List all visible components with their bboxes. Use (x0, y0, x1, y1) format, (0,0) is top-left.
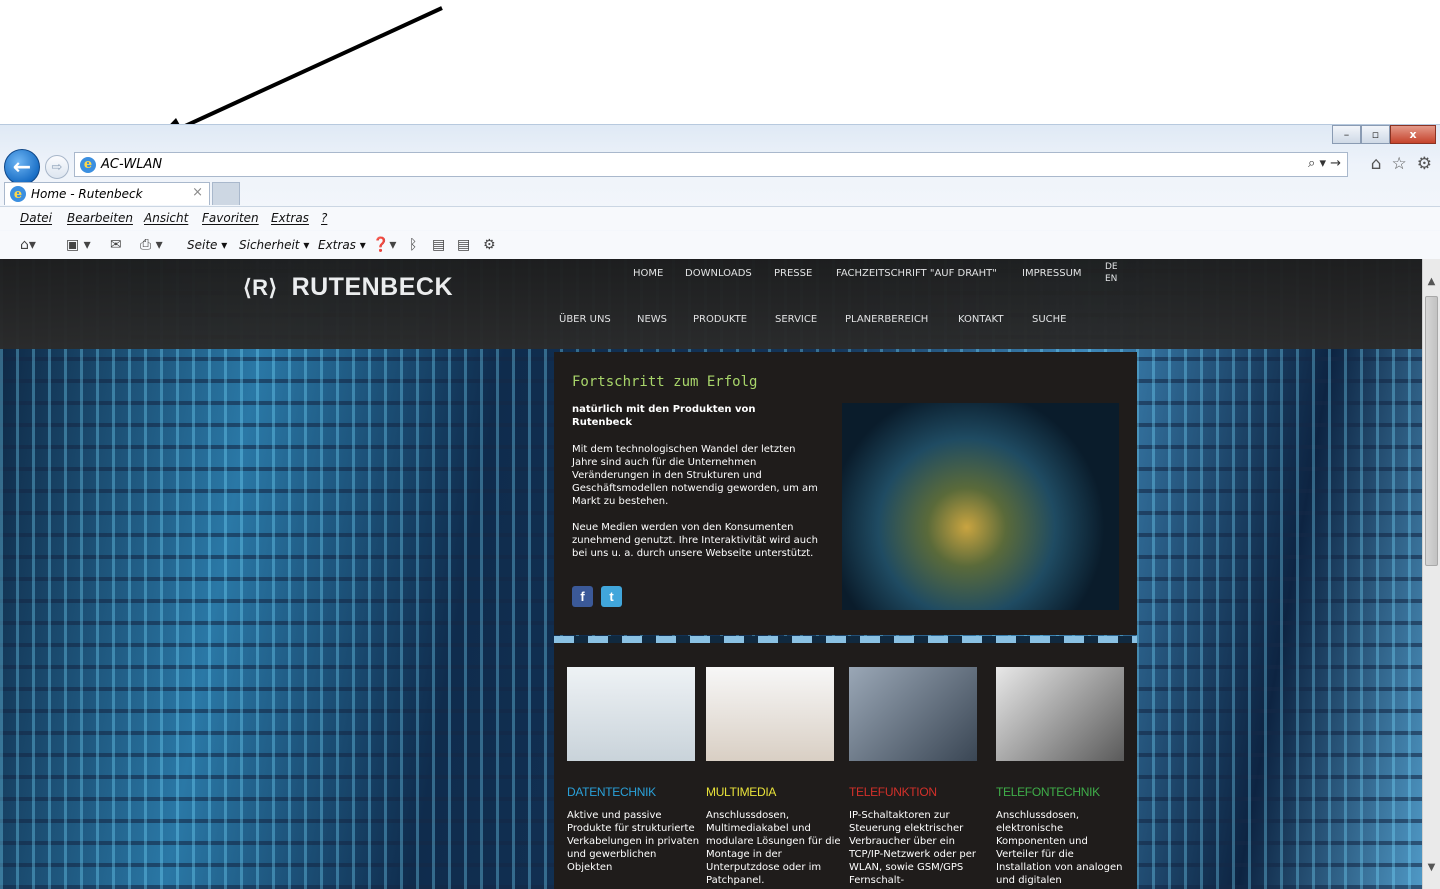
divider-strip (554, 636, 1137, 643)
product-title[interactable]: MULTIMEDIA (706, 785, 834, 799)
address-text[interactable]: AC-WLAN (101, 157, 162, 172)
bluetooth-icon[interactable]: ᛒ (409, 237, 417, 253)
web-page: ⟨R⟩ RUTENBECK HOME DOWNLOADS PRESSE FACHZ… (0, 259, 1422, 889)
globe-image (842, 403, 1119, 610)
lang-de[interactable]: DE (1105, 262, 1118, 272)
send-to-onenote-icon[interactable]: ▤ (457, 237, 470, 253)
lang-en[interactable]: EN (1105, 274, 1117, 284)
address-bar[interactable]: e AC-WLAN ⌕ ▾ → (74, 152, 1348, 177)
intro-paragraph-2: Neue Medien werden von den Konsumenten z… (572, 522, 818, 559)
product-datentechnik[interactable]: DATENTECHNIK Aktive und passive Produkte… (567, 667, 699, 874)
search-go-icons[interactable]: ⌕ ▾ → (1308, 156, 1341, 171)
toolbar-right-icons: ⌂ ☆ ⚙ (1371, 154, 1432, 174)
product-categories: DATENTECHNIK Aktive und passive Produkte… (554, 643, 1137, 889)
product-description: IP-Schaltaktoren zur Steuerung elektrisc… (849, 810, 977, 886)
menu-extras[interactable]: Extras (271, 211, 309, 225)
mainnav-kontakt[interactable]: KONTAKT (958, 314, 1003, 325)
forward-button[interactable]: ⇨ (45, 155, 69, 179)
gear-icon[interactable]: ⚙ (1417, 154, 1432, 174)
help-icon[interactable]: ❓▾ (372, 237, 396, 253)
tab-close-icon[interactable]: × (192, 185, 203, 200)
vertical-scrollbar[interactable]: ▲ ▼ (1422, 259, 1440, 889)
mainnav-service[interactable]: SERVICE (775, 314, 817, 325)
favorites-star-icon[interactable]: ☆ (1392, 154, 1407, 174)
command-seite[interactable]: Seite ▾ (187, 238, 227, 252)
intro-title: Fortschritt zum Erfolg (572, 374, 758, 390)
topnav-downloads[interactable]: DOWNLOADS (685, 268, 752, 279)
topnav-home[interactable]: HOME (633, 268, 663, 279)
logo-mark: ⟨R⟩ (243, 275, 278, 300)
product-title[interactable]: DATENTECHNIK (567, 785, 695, 799)
topnav-presse[interactable]: PRESSE (774, 268, 812, 279)
datentechnik-image (567, 667, 695, 761)
tab-bar: e Home - Rutenbeck × (0, 182, 1440, 205)
mainnav-planerbereich[interactable]: PLANERBEREICH (845, 314, 928, 325)
menu-favoriten[interactable]: Favoriten (202, 211, 259, 225)
product-telefunktion[interactable]: TELEFUNKTION IP-Schaltaktoren zur Steuer… (849, 667, 977, 887)
logo-text: RUTENBECK (291, 273, 454, 301)
arrow-left-icon: ← (12, 154, 32, 180)
product-multimedia[interactable]: MULTIMEDIA Anschlussdosen, Multimediakab… (706, 667, 841, 887)
product-description: Anschlussdosen, Multimediakabel und modu… (706, 810, 841, 886)
screenshot-root: – ▫ x ← ⇨ e AC-WLAN ⌕ ▾ → ⌂ ☆ ⚙ e Home -… (0, 0, 1440, 889)
mainnav-news[interactable]: NEWS (637, 314, 667, 325)
site-logo[interactable]: ⟨R⟩ RUTENBECK (243, 273, 453, 302)
ie-page-icon: e (80, 156, 96, 173)
arrow-right-icon: ⇨ (51, 159, 63, 175)
command-bar: ⌂▾ ▣ ▾ ✉ ⎙ ▾ Seite ▾ Sicherheit ▾ Extras… (0, 231, 1440, 260)
feeds-icon[interactable]: ▣ ▾ (66, 237, 91, 253)
menu-help[interactable]: ? (321, 211, 327, 225)
onenote-icon[interactable]: ▤ (432, 237, 445, 253)
menu-bar: Datei Bearbeiten Ansicht Favoriten Extra… (0, 206, 1440, 230)
intro-panel: Fortschritt zum Erfolg natürlich mit den… (554, 352, 1137, 635)
tab-title: Home - Rutenbeck (31, 187, 143, 201)
print-icon[interactable]: ⎙ ▾ (140, 237, 163, 253)
annotation-arrow (170, 6, 443, 124)
mail-icon[interactable]: ✉ (110, 237, 122, 253)
mainnav-produkte[interactable]: PRODUKTE (693, 314, 747, 325)
home-icon[interactable]: ⌂ (1371, 154, 1382, 174)
home-icon[interactable]: ⌂▾ (20, 237, 36, 253)
minimize-button[interactable]: – (1332, 125, 1361, 144)
command-sicherheit[interactable]: Sicherheit ▾ (239, 238, 309, 252)
facebook-icon[interactable]: f (572, 586, 593, 607)
intro-paragraph-1: Mit dem technologischen Wandel der letzt… (572, 444, 818, 507)
close-window-button[interactable]: x (1390, 125, 1436, 144)
menu-ansicht[interactable]: Ansicht (144, 211, 188, 225)
scroll-down-icon[interactable]: ▼ (1423, 859, 1440, 876)
product-title[interactable]: TELEFONTECHNIK (996, 785, 1124, 799)
topnav-fachzeitschrift[interactable]: FACHZEITSCHRIFT "AUF DRAHT" (836, 268, 997, 279)
menu-bearbeiten[interactable]: Bearbeiten (67, 211, 133, 225)
telefontechnik-image (996, 667, 1124, 761)
command-extras[interactable]: Extras ▾ (318, 238, 366, 252)
browser-chrome: – ▫ x ← ⇨ e AC-WLAN ⌕ ▾ → ⌂ ☆ ⚙ e Home -… (0, 124, 1440, 260)
mainnav-ueber-uns[interactable]: ÜBER UNS (559, 314, 611, 325)
navigation-bar: ← ⇨ e AC-WLAN ⌕ ▾ → ⌂ ☆ ⚙ (0, 149, 1440, 185)
tab-ie-icon: e (10, 186, 26, 202)
back-button[interactable]: ← (4, 149, 40, 185)
topnav-impressum[interactable]: IMPRESSUM (1022, 268, 1082, 279)
new-tab-button[interactable] (212, 182, 240, 205)
tab-home-rutenbeck[interactable]: e Home - Rutenbeck × (4, 182, 210, 205)
product-telefontechnik[interactable]: TELEFONTECHNIK Anschlussdosen, elektroni… (996, 667, 1124, 887)
scroll-up-icon[interactable]: ▲ (1423, 273, 1440, 290)
mainnav-suche[interactable]: SUCHE (1032, 314, 1067, 325)
twitter-icon[interactable]: t (601, 586, 622, 607)
telefunktion-image (849, 667, 977, 761)
window-controls: – ▫ x (1332, 125, 1436, 145)
site-header: ⟨R⟩ RUTENBECK HOME DOWNLOADS PRESSE FACHZ… (0, 259, 1422, 349)
maximize-button[interactable]: ▫ (1361, 125, 1390, 144)
product-description: Anschlussdosen, elektronische Komponente… (996, 810, 1123, 886)
intro-subtitle: natürlich mit den Produkten von Rutenbec… (572, 404, 756, 428)
multimedia-image (706, 667, 834, 761)
product-title[interactable]: TELEFUNKTION (849, 785, 977, 799)
product-description: Aktive und passive Produkte für struktur… (567, 810, 700, 873)
menu-datei[interactable]: Datei (20, 211, 52, 225)
settings-gear-icon[interactable]: ⚙ (483, 237, 496, 253)
scroll-thumb[interactable] (1425, 296, 1438, 566)
